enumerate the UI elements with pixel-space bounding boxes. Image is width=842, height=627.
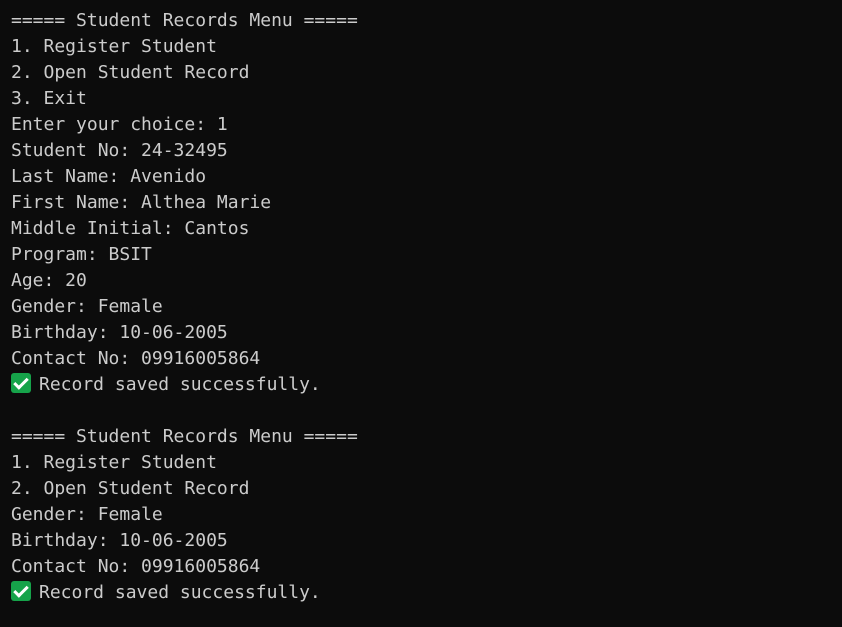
menu-option-exit: 3. Exit <box>11 88 87 109</box>
status-text: Record saved successfully. <box>39 582 321 603</box>
status-line: Record saved successfully. <box>11 372 842 398</box>
menu-title: ===== Student Records Menu ===== <box>11 10 358 31</box>
program-line: Program: BSIT <box>11 244 152 265</box>
contact-line: Contact No: 09916005864 <box>11 348 261 369</box>
student-no-line: Student No: 24-32495 <box>11 140 228 161</box>
choice-prompt: Enter your choice: 1 <box>11 114 228 135</box>
gender-line: Gender: Female <box>11 504 163 525</box>
middle-initial-line: Middle Initial: Cantos <box>11 218 250 239</box>
menu-option-register: 1. Register Student <box>11 36 217 57</box>
menu-option-open: 2. Open Student Record <box>11 62 250 83</box>
menu-title: ===== Student Records Menu ===== <box>11 426 358 447</box>
last-name-line: Last Name: Avenido <box>11 166 207 187</box>
birthday-line: Birthday: 10-06-2005 <box>11 530 228 551</box>
gender-line: Gender: Female <box>11 296 163 317</box>
check-mark-icon <box>11 373 31 393</box>
check-mark-icon <box>11 581 31 601</box>
age-line: Age: 20 <box>11 270 87 291</box>
status-text: Record saved successfully. <box>39 374 321 395</box>
birthday-line: Birthday: 10-06-2005 <box>11 322 228 343</box>
menu-option-open: 2. Open Student Record <box>11 478 250 499</box>
contact-line: Contact No: 09916005864 <box>11 556 261 577</box>
first-name-line: First Name: Althea Marie <box>11 192 272 213</box>
status-line: Record saved successfully. <box>11 580 842 606</box>
menu-option-register: 1. Register Student <box>11 452 217 473</box>
terminal-window[interactable]: ===== Student Records Menu ===== 1. Regi… <box>0 0 842 627</box>
